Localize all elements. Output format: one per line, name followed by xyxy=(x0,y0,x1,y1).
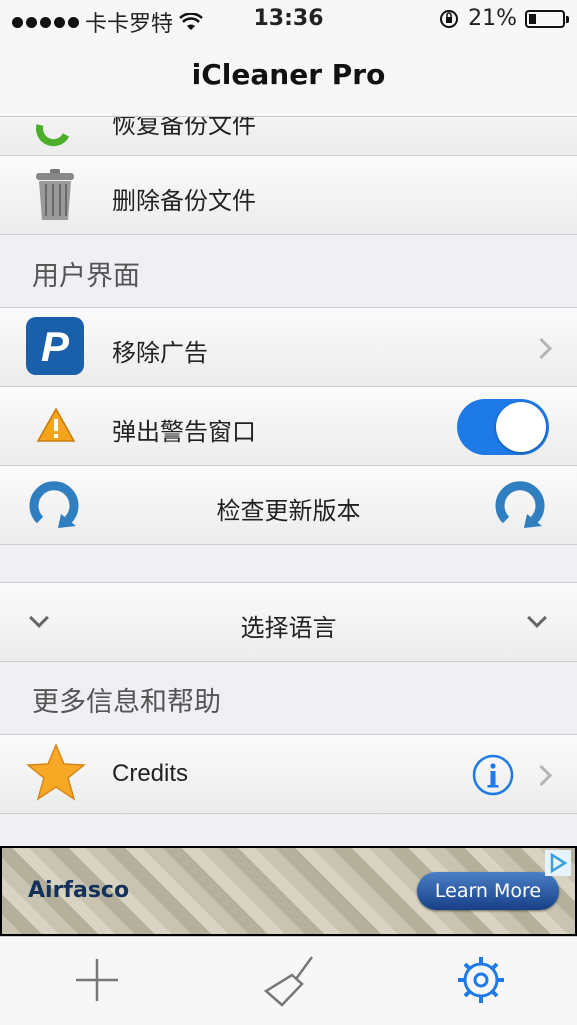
check-update-row[interactable]: 检查更新版本 xyxy=(0,465,577,545)
plus-icon[interactable] xyxy=(74,957,120,1003)
remove-ads-label: 移除广告 xyxy=(112,339,208,367)
restore-arrow-icon xyxy=(36,124,70,147)
ad-banner[interactable]: Airfasco Learn More xyxy=(0,846,577,936)
navigation-bar: iCleaner Pro xyxy=(0,38,577,117)
status-bar: 卡卡罗特 13:36 21% xyxy=(0,0,577,38)
delete-backup-row[interactable]: 删除备份文件 xyxy=(0,155,577,235)
ad-choices-icon[interactable] xyxy=(545,850,571,876)
section-header-ui: 用户界面 xyxy=(32,261,140,292)
popup-warning-label: 弹出警告窗口 xyxy=(112,418,256,446)
trash-can-icon xyxy=(36,169,74,220)
broom-icon[interactable] xyxy=(262,953,318,1009)
remove-ads-row[interactable]: P 移除广告 xyxy=(0,307,577,387)
section-header-more-info: 更多信息和帮助 xyxy=(32,687,221,718)
credits-label: Credits xyxy=(112,760,189,787)
rotation-lock-icon xyxy=(440,9,459,28)
star-icon xyxy=(26,743,86,801)
tab-bar xyxy=(0,936,577,1025)
learn-more-button[interactable]: Learn More xyxy=(417,872,559,910)
delete-backup-label: 删除备份文件 xyxy=(112,187,256,215)
ad-brand: Airfasco xyxy=(28,878,130,903)
chevron-right-icon xyxy=(530,764,553,787)
popup-warning-toggle[interactable] xyxy=(457,399,549,455)
refresh-right-icon xyxy=(495,481,545,528)
battery-percent: 21% xyxy=(468,6,517,31)
battery-icon xyxy=(525,9,569,28)
page-title: iCleaner Pro xyxy=(191,58,386,91)
credits-row[interactable]: Credits xyxy=(0,734,577,814)
chevron-right-icon xyxy=(530,337,553,360)
warning-icon xyxy=(36,407,76,442)
select-language-label: 选择语言 xyxy=(240,614,337,642)
info-icon[interactable] xyxy=(472,754,514,796)
status-right: 21% xyxy=(438,6,569,31)
check-update-label: 检查更新版本 xyxy=(216,497,361,525)
gear-icon[interactable] xyxy=(456,955,506,1005)
svg-text:P: P xyxy=(41,323,70,370)
popup-warning-row: 弹出警告窗口 xyxy=(0,386,577,466)
paypal-icon: P xyxy=(26,317,84,375)
select-language-row[interactable]: 选择语言 xyxy=(0,582,577,662)
